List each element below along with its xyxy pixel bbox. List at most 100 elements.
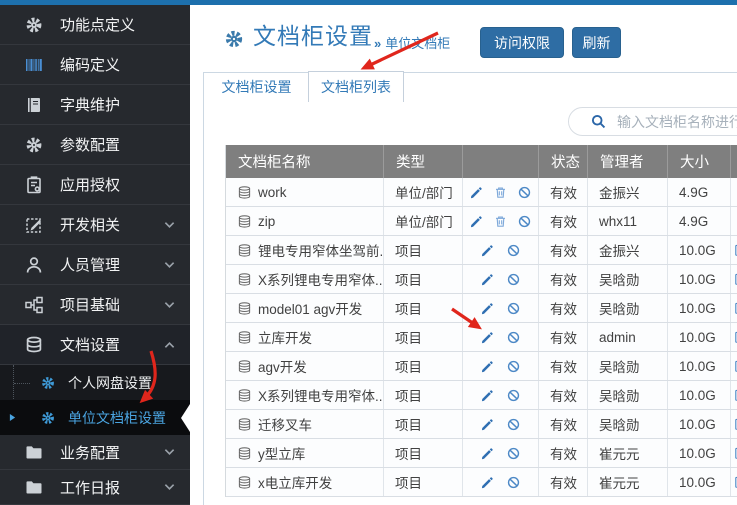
cabinet-icon <box>237 475 252 490</box>
table-header-row: 文档柜名称类型状态管理者大小 <box>226 145 737 178</box>
type-cell: 项目 <box>384 381 463 409</box>
manager-cell: 崔元元 <box>588 468 668 496</box>
status-cell: 有效 <box>539 294 588 322</box>
edit-icon[interactable] <box>480 272 495 287</box>
clipped-extra-cell <box>731 410 737 438</box>
type-cell: 项目 <box>384 468 463 496</box>
cabinet-name: agv开发 <box>258 356 307 376</box>
access-permissions-button[interactable]: 访问权限 <box>480 27 564 58</box>
sidebar-item-label: 功能点定义 <box>60 14 135 35</box>
sidebar-item-0[interactable]: 功能点定义 <box>0 5 190 45</box>
clipped-action-icon[interactable] <box>733 475 737 489</box>
actions-cell <box>463 207 539 235</box>
cabinet-icon <box>237 214 252 229</box>
block-icon[interactable] <box>506 301 521 316</box>
edit-icon[interactable] <box>480 243 495 258</box>
clipped-extra-cell <box>731 178 737 206</box>
clipped-extra-cell <box>731 381 737 409</box>
sidebar-item-1[interactable]: 编码定义 <box>0 45 190 85</box>
actions-cell <box>463 468 539 496</box>
type-cell: 项目 <box>384 323 463 351</box>
actions-cell <box>463 265 539 293</box>
clipped-action-icon[interactable] <box>733 330 737 344</box>
cabinet-name-cell: model01 agv开发 <box>226 294 384 322</box>
delete-icon[interactable] <box>493 185 508 200</box>
table-header-cell: 大小 <box>668 145 731 178</box>
sidebar-item-7[interactable]: 项目基础 <box>0 285 190 325</box>
sidebar-item-label: 开发相关 <box>60 214 120 235</box>
actions-cell <box>463 381 539 409</box>
cabinet-icon <box>237 446 252 461</box>
cabinet-name: x电立库开发 <box>258 472 332 492</box>
edit-icon[interactable] <box>480 475 495 490</box>
block-icon[interactable] <box>506 446 521 461</box>
sidebar-item-10[interactable]: 工作日报 <box>0 470 190 505</box>
clipped-extra-cell <box>731 207 737 235</box>
manager-cell: 吴晗勋 <box>588 265 668 293</box>
chevron-down-icon <box>164 261 175 269</box>
clipped-action-icon[interactable] <box>733 388 737 402</box>
block-icon[interactable] <box>506 330 521 345</box>
sidebar-subitem-0[interactable]: 个人网盘设置 <box>0 365 190 400</box>
cabinet-name: zip <box>258 214 275 229</box>
block-icon[interactable] <box>506 359 521 374</box>
block-icon[interactable] <box>517 214 532 229</box>
manager-cell: 崔元元 <box>588 439 668 467</box>
clipped-action-icon[interactable] <box>733 272 737 286</box>
sidebar: 功能点定义编码定义字典维护参数配置应用授权开发相关人员管理项目基础文档设置个人网… <box>0 5 190 505</box>
delete-icon[interactable] <box>493 214 508 229</box>
table-header-cell: 状态 <box>539 145 588 178</box>
clipped-action-icon[interactable] <box>733 301 737 315</box>
cabinet-name-cell: work <box>226 178 384 206</box>
sidebar-subitem-label: 单位文档柜设置 <box>68 408 166 428</box>
edit-icon[interactable] <box>469 214 484 229</box>
table-row-0: work单位/部门有效金振兴4.9G <box>226 178 737 207</box>
type-cell: 项目 <box>384 294 463 322</box>
edit-icon[interactable] <box>480 388 495 403</box>
block-icon[interactable] <box>506 243 521 258</box>
book-icon <box>24 95 44 115</box>
block-icon[interactable] <box>517 185 532 200</box>
sidebar-item-8[interactable]: 文档设置 <box>0 325 190 365</box>
edit-icon[interactable] <box>480 359 495 374</box>
clipboard-icon <box>24 175 44 195</box>
block-icon[interactable] <box>506 475 521 490</box>
cabinet-icon <box>237 359 252 374</box>
edit-icon[interactable] <box>480 417 495 432</box>
edit-icon[interactable] <box>480 446 495 461</box>
status-cell: 有效 <box>539 323 588 351</box>
size-cell: 10.0G <box>668 265 731 293</box>
manager-cell: 吴晗勋 <box>588 294 668 322</box>
sidebar-item-3[interactable]: 参数配置 <box>0 125 190 165</box>
sidebar-subitem-1-active[interactable]: 单位文档柜设置 <box>0 400 190 435</box>
tab-cabinet-list[interactable]: 文档柜列表 <box>308 71 404 102</box>
clipped-action-icon[interactable] <box>733 446 737 460</box>
refresh-button[interactable]: 刷新 <box>572 27 621 58</box>
sidebar-item-2[interactable]: 字典维护 <box>0 85 190 125</box>
clipped-action-icon[interactable] <box>733 359 737 373</box>
block-icon[interactable] <box>506 272 521 287</box>
sidebar-item-label: 参数配置 <box>60 134 120 155</box>
sidebar-item-6[interactable]: 人员管理 <box>0 245 190 285</box>
edit-icon[interactable] <box>469 185 484 200</box>
block-icon[interactable] <box>506 417 521 432</box>
edit-icon[interactable] <box>480 301 495 316</box>
size-cell: 10.0G <box>668 468 731 496</box>
search-icon <box>590 113 607 130</box>
actions-cell <box>463 236 539 264</box>
table-row-6: agv开发项目有效吴晗勋10.0G <box>226 352 737 381</box>
edit-icon[interactable] <box>480 330 495 345</box>
tab-cabinet-settings[interactable]: 文档柜设置 <box>205 72 308 101</box>
status-cell: 有效 <box>539 468 588 496</box>
clipped-action-icon[interactable] <box>733 417 737 431</box>
cabinet-name: 迁移叉车 <box>258 414 312 434</box>
clipped-action-icon[interactable] <box>733 243 737 257</box>
block-icon[interactable] <box>506 388 521 403</box>
sidebar-item-5[interactable]: 开发相关 <box>0 205 190 245</box>
sidebar-item-9[interactable]: 业务配置 <box>0 435 190 470</box>
cabinet-icon <box>237 272 252 287</box>
clipped-extra-cell <box>731 294 737 322</box>
search-input[interactable] <box>615 113 737 131</box>
sidebar-item-4[interactable]: 应用授权 <box>0 165 190 205</box>
sidebar-item-label: 项目基础 <box>60 294 120 315</box>
